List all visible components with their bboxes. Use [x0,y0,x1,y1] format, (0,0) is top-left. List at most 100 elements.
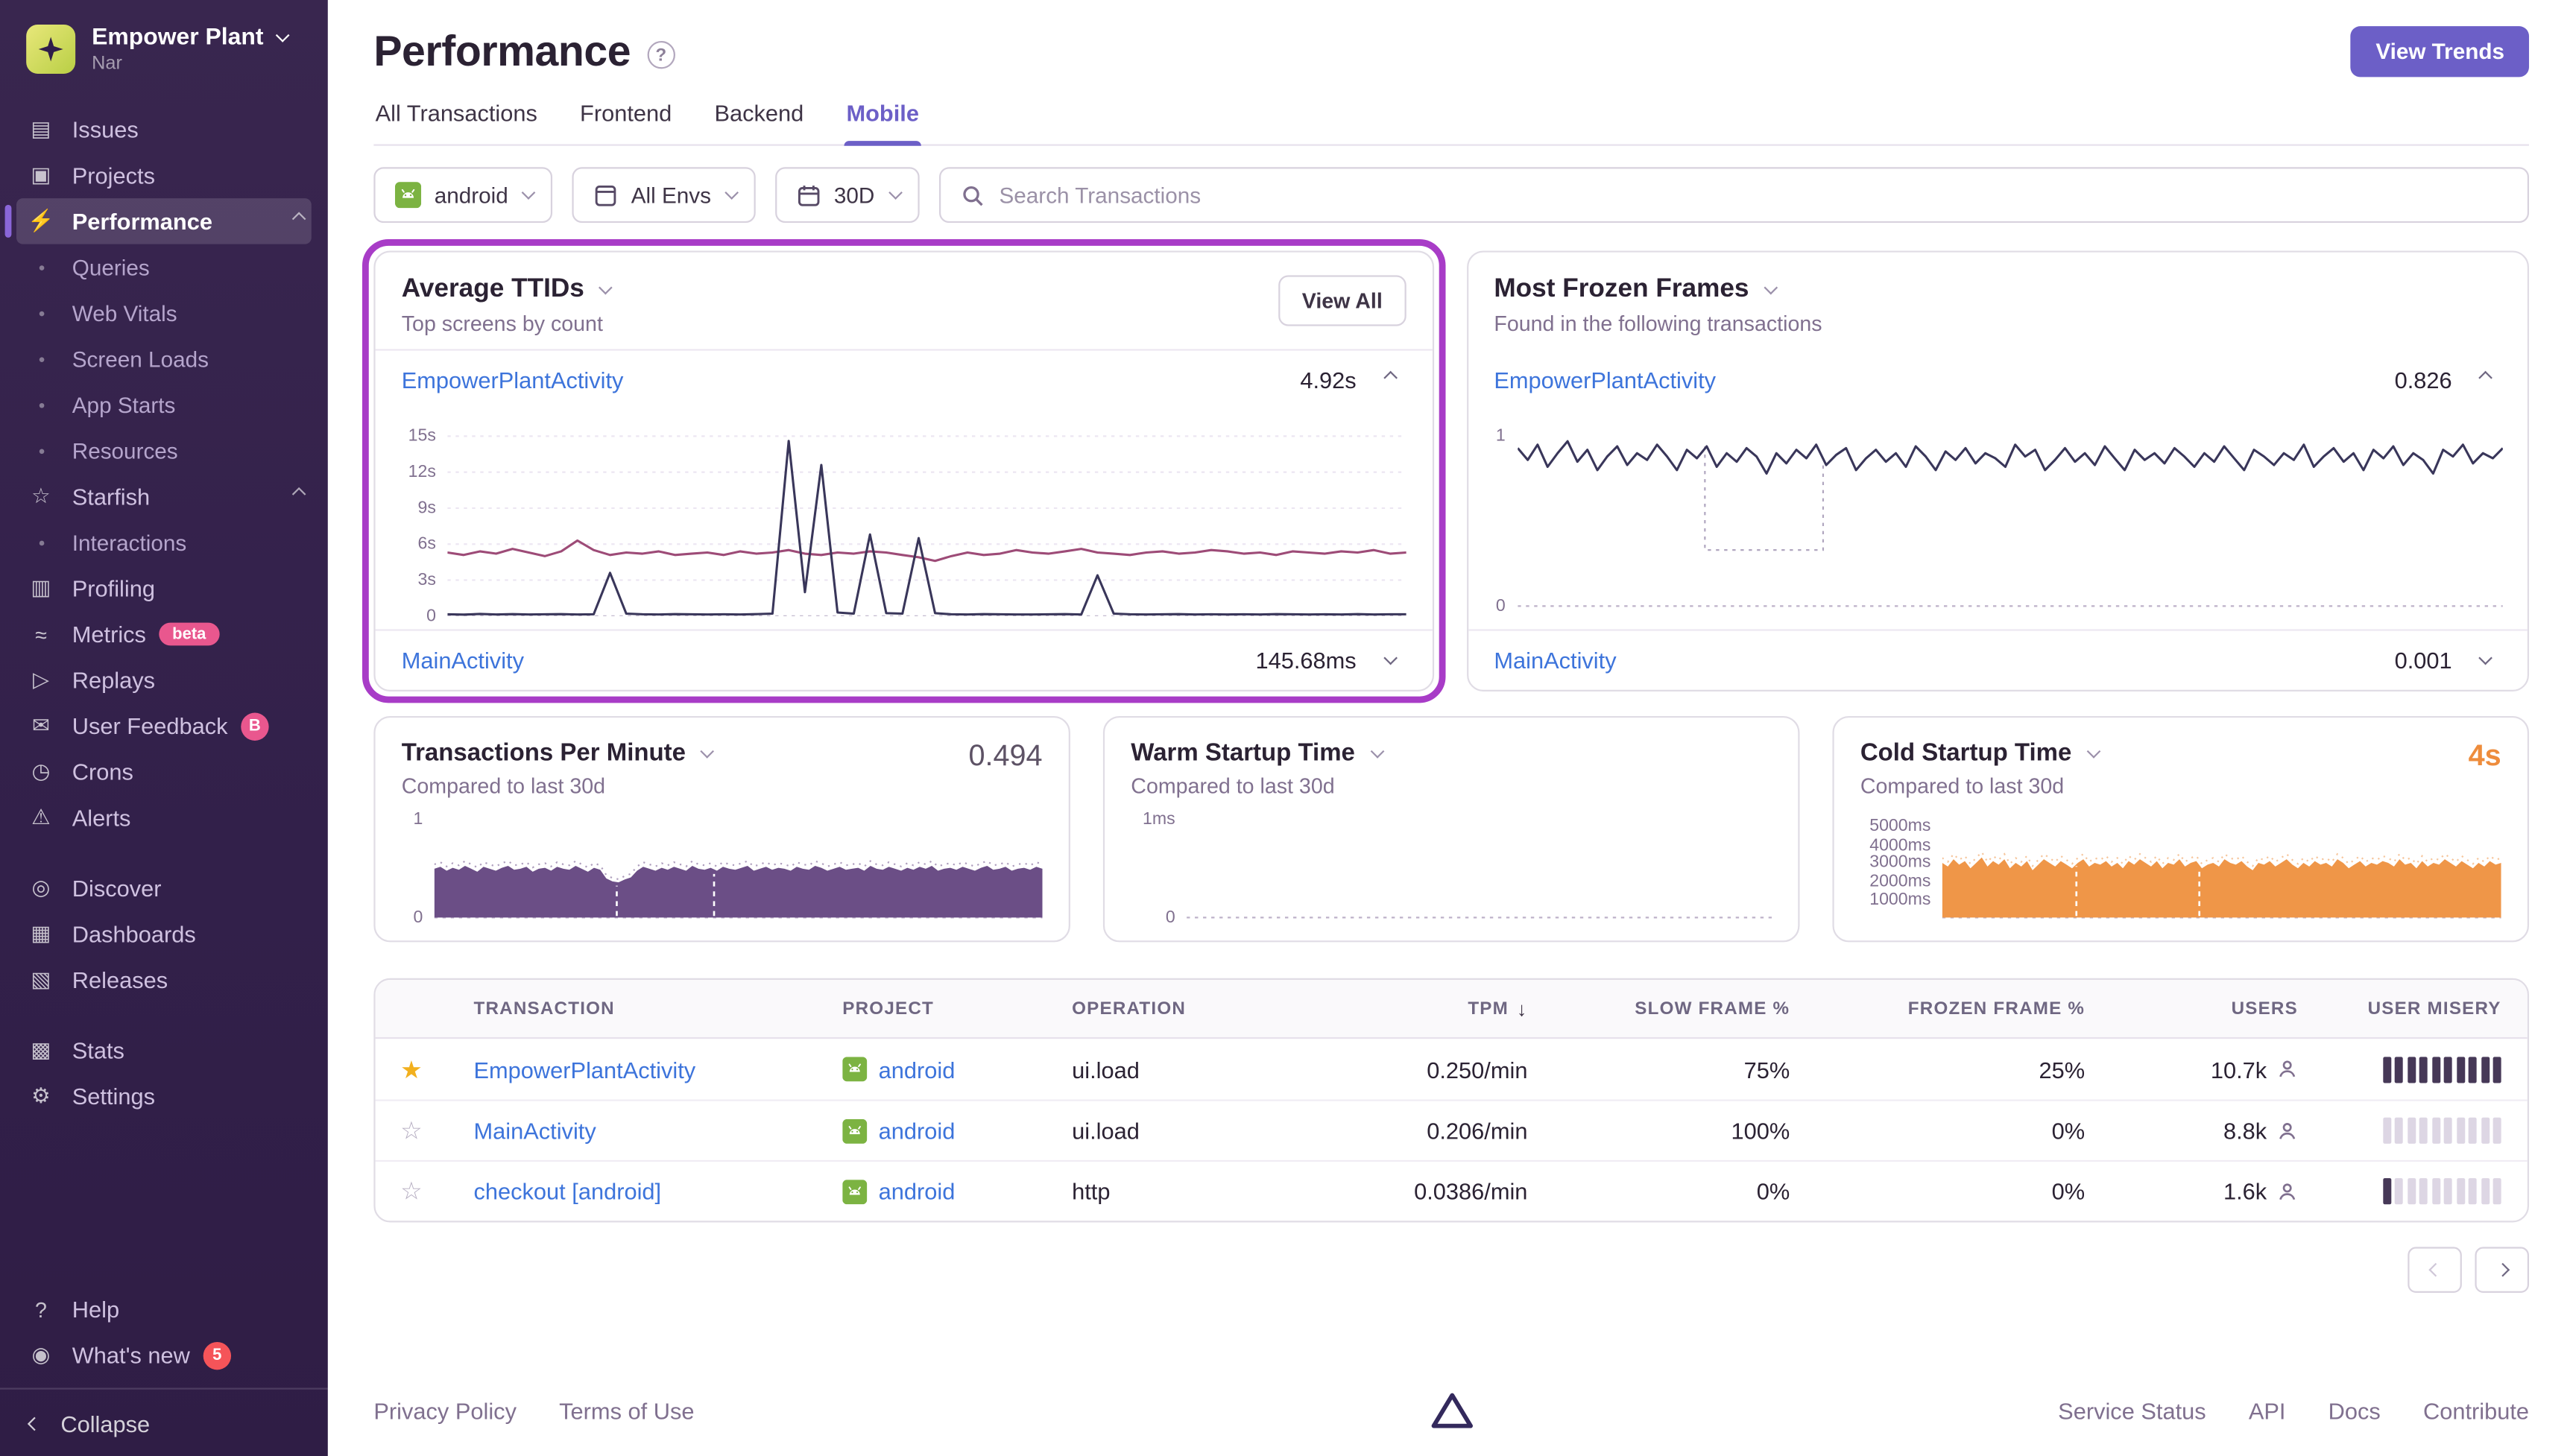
footer-link-docs[interactable]: Docs [2329,1397,2381,1423]
collapse-chart-button[interactable] [1369,362,1405,398]
transaction-link[interactable]: EmpowerPlantActivity [402,367,624,393]
column-header-tpm[interactable]: TPM ↓ [1308,997,1554,1020]
environment-filter[interactable]: All Envs [572,167,756,224]
sidebar-item-label: Web Vitals [72,300,177,326]
sidebar-item-screen-loads[interactable]: Screen Loads [16,336,312,382]
table-header-row: TRANSACTION PROJECT OPERATION TPM ↓ SLOW FRAM… [375,979,2528,1039]
column-header-frozen-frame-[interactable]: FROZEN FRAME % [1816,998,2111,1018]
tab-frontend[interactable]: Frontend [578,100,674,144]
sidebar-item-metrics[interactable]: ≈ Metrics beta [16,611,312,657]
footer-link-contribute[interactable]: Contribute [2423,1397,2529,1423]
search-transactions-box [938,167,2530,224]
column-header-operation[interactable]: OPERATION [1046,998,1308,1018]
chevron-down-icon[interactable] [1370,743,1384,758]
chart-plot-area [447,417,1406,616]
y-tick-label: 1000ms [1869,889,1931,909]
help-question-icon[interactable]: ? [647,40,675,69]
date-range-filter[interactable]: 30D [774,167,919,224]
sidebar-item-label: Discover [72,875,162,902]
project-link[interactable]: android [879,1056,956,1082]
collapse-button[interactable]: Collapse [0,1387,328,1456]
footer-link-terms-of-use[interactable]: Terms of Use [559,1397,694,1423]
chart-plot-area [1942,811,2501,920]
footer-link-privacy-policy[interactable]: Privacy Policy [373,1397,517,1423]
warm-startup-time-panel: Warm Startup Time Compared to last 30d 1… [1102,715,1800,943]
sidebar-item-label: User Feedback [72,712,228,739]
sidebar-item-starfish[interactable]: ☆ Starfish [16,474,312,520]
feedback-icon: ✉ [31,712,50,738]
sidebar-item-whats-new[interactable]: ◉ What's new 5 [16,1332,312,1379]
tab-all-transactions[interactable]: All Transactions [373,100,539,144]
sidebar-item-releases[interactable]: ▧ Releases [16,957,312,1003]
chevron-down-icon[interactable] [599,280,613,295]
org-subtitle: Nar [92,54,122,74]
star-icon: ☆ [31,483,51,508]
expand-chart-button[interactable] [1369,642,1405,678]
android-project-icon [842,1179,868,1204]
transaction-link[interactable]: EmpowerPlantActivity [1494,367,1716,393]
star-icon[interactable]: ☆ [400,1177,423,1206]
footer-link-api[interactable]: API [2249,1397,2286,1423]
y-tick-label: 1 [1495,426,1506,446]
transaction-value: 145.68ms [1255,647,1357,674]
chevron-down-icon[interactable] [701,743,715,758]
search-input[interactable] [999,183,2508,208]
sidebar-item-discover[interactable]: ◎ Discover [16,865,312,911]
sidebar-item-performance[interactable]: ⚡ Performance [4,198,312,244]
star-icon[interactable]: ☆ [400,1116,423,1145]
sidebar-item-app-starts[interactable]: App Starts [16,382,312,428]
project-link[interactable]: android [879,1178,956,1204]
column-header-users[interactable]: USERS [2111,998,2324,1018]
collapse-chart-button[interactable] [2465,362,2501,398]
sidebar-item-stats[interactable]: ▩ Stats [16,1028,312,1074]
footer-link-service-status[interactable]: Service Status [2058,1397,2206,1423]
sidebar-item-dashboards[interactable]: ▦ Dashboards [16,911,312,958]
table-row: ★ EmpowerPlantActivity android ui.load 0… [376,1039,2528,1099]
next-page-button[interactable] [2475,1247,2530,1293]
y-tick-label: 4000ms [1869,835,1931,855]
column-header-transaction[interactable]: TRANSACTION [447,998,816,1018]
star-icon[interactable]: ★ [400,1054,423,1083]
tab-backend[interactable]: Backend [713,100,805,144]
transaction-link[interactable]: MainActivity [402,648,524,674]
column-header-user-misery[interactable]: USER MISERY [2324,998,2528,1018]
sidebar-item-interactions[interactable]: Interactions [16,519,312,566]
sidebar-item-label: Replays [72,666,156,694]
transaction-link[interactable]: MainActivity [1494,648,1616,674]
view-all-button[interactable]: View All [1278,275,1406,326]
org-switcher[interactable]: Empower Plant Nar [0,0,328,93]
column-header-project[interactable]: PROJECT [816,998,1046,1018]
tab-mobile[interactable]: Mobile [844,100,921,146]
project-link[interactable]: android [879,1118,956,1144]
org-name: Empower Plant [92,24,264,51]
transaction-link[interactable]: checkout [android] [474,1178,662,1204]
transaction-link[interactable]: EmpowerPlantActivity [474,1056,696,1082]
sidebar-item-web-vitals[interactable]: Web Vitals [16,290,312,336]
sidebar-item-projects[interactable]: ▣ Projects [16,153,312,199]
sidebar-item-profiling[interactable]: ▥ Profiling [16,566,312,612]
view-trends-button[interactable]: View Trends [2351,26,2530,77]
sidebar-item-resources[interactable]: Resources [16,428,312,474]
column-header-slow-frame-[interactable]: SLOW FRAME % [1554,998,1816,1018]
sidebar-item-user-feedback[interactable]: ✉ User Feedback B [16,703,312,749]
sidebar-item-settings[interactable]: ⚙ Settings [16,1073,312,1119]
chevron-down-icon[interactable] [1764,280,1778,295]
whats-new-icon: ◉ [31,1341,51,1367]
sidebar-item-alerts[interactable]: ⚠ Alerts [16,795,312,841]
chevron-down-icon [2478,651,2492,665]
previous-page-button[interactable] [2408,1247,2462,1293]
sidebar-item-help[interactable]: ? Help [16,1286,312,1332]
expand-chart-button[interactable] [2465,642,2501,678]
sidebar-item-queries[interactable]: Queries [16,244,312,291]
transaction-link[interactable]: MainActivity [474,1118,596,1144]
sidebar-item-issues[interactable]: ▤ Issues [16,107,312,153]
users-count: 8.8k [2223,1117,2267,1144]
sidebar-item-crons[interactable]: ◷ Crons [16,749,312,795]
android-project-icon [842,1118,868,1143]
user-misery-bars [2382,1178,2501,1205]
chevron-down-icon[interactable] [2086,743,2101,758]
sidebar-item-replays[interactable]: ▷ Replays [16,657,312,703]
project-filter[interactable]: android [373,167,553,224]
panel-subtitle: Top screens by count [401,311,603,336]
chevron-right-icon [2495,1262,2510,1277]
